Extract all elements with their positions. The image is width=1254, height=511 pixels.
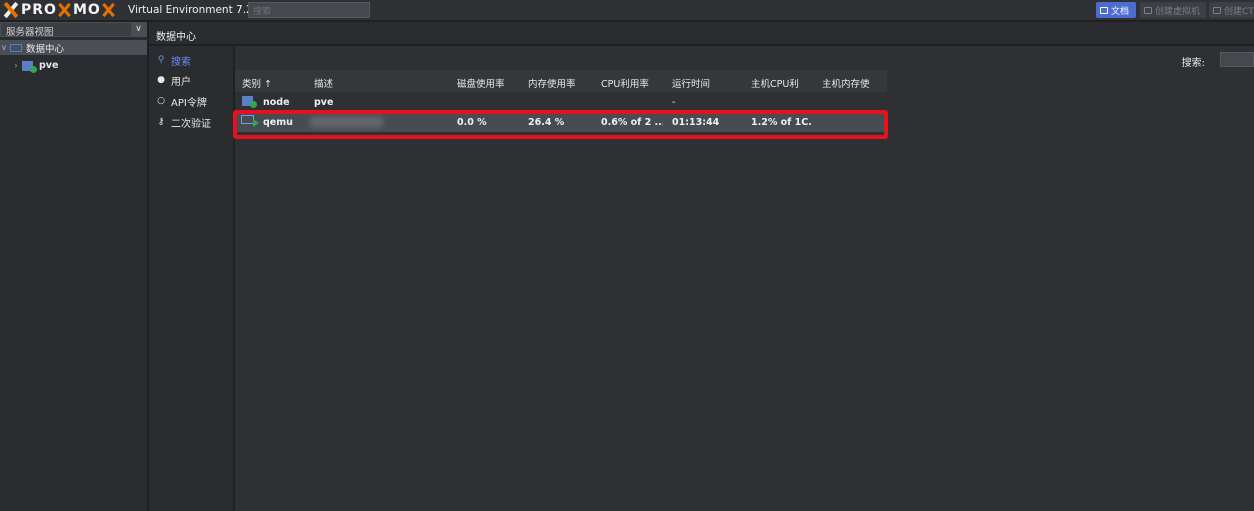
logo-x-mark-icon [58, 3, 72, 17]
datacenter-icon [10, 43, 22, 52]
resource-tree-panel: 服务器视图 ∨ ∨ 数据中心 › pve [0, 22, 147, 511]
table-row[interactable]: node pve - [235, 92, 887, 112]
col-uptime[interactable]: 运行时间 [672, 76, 730, 90]
chevron-down-icon[interactable]: ∨ [131, 22, 146, 37]
grid-header: 类别 ↑ 描述 磁盘使用率 内存使用率 CPU利用率 运行时间 主机CPU利 主… [235, 70, 887, 92]
docs-button[interactable]: 文档 [1096, 2, 1136, 18]
highlight-annotation [233, 110, 888, 139]
page-title: 数据中心 [156, 32, 196, 43]
user-outline-icon: ○ [157, 96, 165, 106]
create-ct-button[interactable]: 创建CT [1209, 2, 1254, 18]
col-type[interactable]: 类别 ↑ [242, 76, 302, 90]
global-search-input[interactable]: 搜索 [248, 2, 370, 18]
tree-item-pve[interactable]: › pve [0, 58, 147, 73]
create-vm-button[interactable]: 创建虚拟机 [1140, 2, 1206, 18]
node-online-icon [242, 96, 257, 108]
chevron-right-icon[interactable]: › [12, 61, 20, 70]
col-description[interactable]: 描述 [314, 76, 374, 90]
col-host-cpu[interactable]: 主机CPU利 [751, 76, 806, 90]
logo-x-mark-icon [102, 3, 116, 17]
col-memory-usage[interactable]: 内存使用率 [528, 76, 586, 90]
node-online-icon [22, 60, 37, 73]
proxmox-logo: PRO MO [2, 1, 117, 19]
nav-item-two-factor[interactable]: ⚷ 二次验证 [149, 112, 233, 132]
book-icon [1100, 6, 1108, 14]
content-header: 数据中心 [149, 22, 1254, 44]
col-disk-usage[interactable]: 磁盘使用率 [457, 76, 515, 90]
logo-text: PRO MO [21, 2, 117, 18]
chevron-down-icon[interactable]: ∨ [0, 43, 8, 52]
key-icon: ⚷ [157, 117, 165, 127]
col-cpu-usage[interactable]: CPU利用率 [601, 76, 659, 90]
datacenter-nav: ⚲ 搜索 ● 用户 ○ API令牌 ⚷ 二次验证 [149, 46, 233, 511]
nav-item-search[interactable]: ⚲ 搜索 [149, 50, 233, 70]
top-bar: PRO MO Virtual Environment 7.2-11 搜索 文档 创… [0, 0, 1254, 20]
nav-item-api-tokens[interactable]: ○ API令牌 [149, 91, 233, 111]
tree-item-datacenter[interactable]: ∨ 数据中心 [0, 40, 147, 55]
search-label: 搜索: [1181, 58, 1205, 69]
view-select[interactable]: 服务器视图 ∨ [0, 22, 147, 38]
monitor-icon [1144, 6, 1152, 14]
logo-x-icon [2, 2, 20, 18]
nav-item-users[interactable]: ● 用户 [149, 70, 233, 90]
search-icon: ⚲ [157, 55, 165, 65]
user-icon: ● [157, 75, 165, 85]
search-input[interactable] [1220, 52, 1254, 67]
cube-icon [1213, 6, 1221, 14]
col-host-memory[interactable]: 主机内存使 [822, 76, 880, 90]
